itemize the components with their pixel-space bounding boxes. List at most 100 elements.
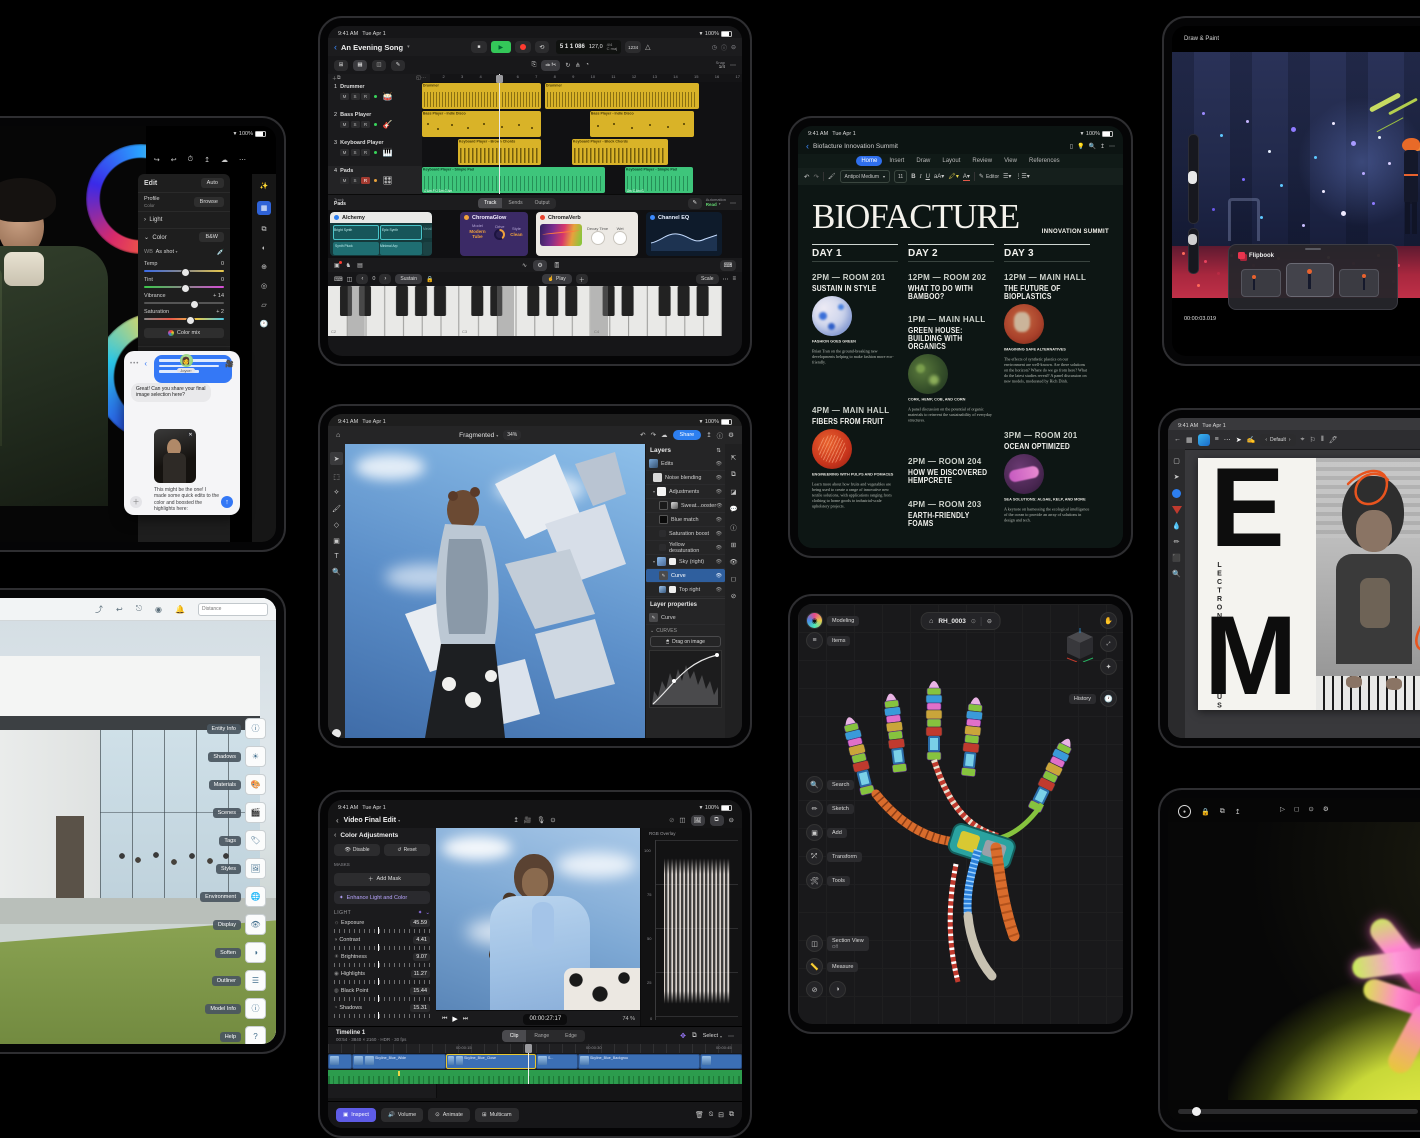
- light-collapse-icon[interactable]: ⌄: [425, 910, 430, 916]
- track-header-bass[interactable]: 2 Bass Player MSR🎸: [328, 110, 422, 139]
- playhead-handle[interactable]: [496, 75, 503, 83]
- redo-icon[interactable]: ↷: [813, 173, 818, 181]
- disable-button[interactable]: 👁 Disable: [334, 844, 380, 856]
- duplicate-icon[interactable]: ⧉: [731, 471, 736, 479]
- healing-icon[interactable]: ⊕: [261, 263, 267, 271]
- attached-image[interactable]: ✕: [154, 429, 196, 483]
- items-label[interactable]: Items: [827, 636, 850, 646]
- add-mask-button[interactable]: ＋ Add Mask: [334, 873, 430, 886]
- align-button[interactable]: ☰▾: [1003, 173, 1011, 180]
- alchemy-pad[interactable]: Dark Arp: [423, 242, 432, 255]
- octave-up-button[interactable]: ›: [379, 274, 391, 284]
- keyboard-view-icon[interactable]: ⌨: [720, 260, 736, 271]
- orbit-icon[interactable]: ✋: [1100, 612, 1117, 629]
- help-icon[interactable]: ⓘ: [717, 430, 724, 440]
- clip-skyline-background[interactable]: Skyline_Blue_Backgrou: [578, 1054, 700, 1069]
- color-mix-button[interactable]: Color mix: [144, 328, 224, 338]
- pads-lane[interactable]: Keyboard Player - Simple PadC Am F G Dm …: [422, 166, 742, 195]
- styles-button[interactable]: 🖼: [245, 858, 266, 879]
- eraser-tool-icon[interactable]: ◇: [334, 521, 339, 529]
- brush-opacity-slider[interactable]: [1188, 228, 1199, 274]
- environment-button[interactable]: 🌐: [245, 886, 266, 907]
- share-button[interactable]: Share: [673, 430, 702, 440]
- copy-tool-icon[interactable]: ⎘: [532, 62, 537, 69]
- modeling-label[interactable]: Modeling: [827, 616, 859, 626]
- sync-icon[interactable]: ⊙: [971, 618, 976, 625]
- list-button[interactable]: ⋮☰▾: [1015, 173, 1029, 180]
- solo-button[interactable]: S: [351, 93, 360, 100]
- alchemy-pad[interactable]: Metallic Swell: [423, 225, 432, 238]
- tab-home[interactable]: Home: [856, 156, 882, 166]
- share-icon[interactable]: ↥: [1100, 143, 1105, 150]
- auto-button[interactable]: Auto: [201, 178, 224, 188]
- materials-button[interactable]: 🎨: [245, 774, 266, 795]
- zoom-level[interactable]: 74 %: [622, 1016, 635, 1022]
- document-title[interactable]: Biofacture Innovation Summit: [813, 143, 898, 150]
- next-frame-icon[interactable]: ⏭: [463, 1016, 468, 1023]
- back-chevron-icon[interactable]: ‹: [144, 359, 147, 368]
- fade-tool-icon[interactable]: ◔: [585, 62, 589, 68]
- view-grid-icon[interactable]: ⊞: [334, 60, 348, 71]
- export-icon[interactable]: ⎋: [136, 604, 142, 614]
- keys-settings-selected[interactable]: ⚙: [533, 260, 547, 271]
- visibility-icon[interactable]: 👁: [716, 461, 722, 467]
- trim-tool-selected[interactable]: ⟚ ✂: [541, 60, 560, 71]
- text-style-button[interactable]: aA▾: [934, 173, 944, 180]
- curve-properties-row[interactable]: ✎Curve: [646, 611, 725, 625]
- exposure-slider[interactable]: ☼Exposure45.59: [334, 919, 430, 933]
- shadows-button[interactable]: ☀: [245, 746, 266, 767]
- track-more-icon[interactable]: ⋯: [421, 75, 426, 81]
- flipbook-panel[interactable]: Flipbook: [1228, 244, 1398, 310]
- media-icon-selected[interactable]: 🖼: [691, 815, 705, 826]
- scrubber-knob[interactable]: [1192, 1107, 1201, 1116]
- clipboard-icon[interactable]: ▤: [357, 262, 363, 269]
- share-icon[interactable]: ↥: [513, 816, 518, 824]
- layer-row[interactable]: Yellow desaturation👁: [646, 541, 725, 555]
- scenes-button[interactable]: 🎬: [245, 802, 266, 823]
- messages-window[interactable]: ••• ‹ 👩 Joyce› 🎥 Delivered Great! Can yo…: [124, 351, 240, 515]
- flipbook-frame-active[interactable]: [1286, 263, 1334, 297]
- tab-references[interactable]: References: [1024, 156, 1065, 166]
- clip-skyline-wide[interactable]: Skyline_Blue_Wide: [352, 1054, 446, 1069]
- render-artwork[interactable]: [1168, 822, 1420, 1100]
- bw-button[interactable]: B&W: [199, 232, 224, 242]
- layer-row[interactable]: Top right👁: [646, 583, 725, 597]
- model-artwork[interactable]: [828, 664, 1088, 994]
- clip-skyline-close-selected[interactable]: Skyline_Blue_Close: [446, 1054, 536, 1069]
- import-media-icon[interactable]: 🎥: [524, 816, 532, 824]
- redo-icon[interactable]: ↪: [154, 156, 160, 164]
- bass-lane[interactable]: Bass Player - Indie Disco Bass Player - …: [422, 110, 742, 139]
- color-chip-icon[interactable]: [332, 729, 341, 738]
- versions-icon[interactable]: 🕐: [260, 320, 269, 328]
- footer-more-icon[interactable]: ⋯: [730, 200, 736, 207]
- drag-handle-icon[interactable]: ≡: [733, 276, 737, 282]
- select-tool-icon[interactable]: ➤: [1236, 436, 1242, 444]
- tags-button[interactable]: 🏷: [245, 830, 266, 851]
- section-view-button[interactable]: ◫: [806, 935, 823, 952]
- share-icon[interactable]: ↥: [204, 156, 210, 164]
- move-tool-selected[interactable]: ➤: [330, 452, 343, 465]
- distance-input[interactable]: [198, 603, 268, 616]
- alchemy-pad[interactable]: Bright Synth: [333, 225, 379, 240]
- align-icon[interactable]: ⫴: [1321, 436, 1324, 444]
- stamp-tool-icon[interactable]: ▣: [333, 537, 340, 545]
- remove-attachment-icon[interactable]: ✕: [187, 431, 194, 438]
- pencil-tool-icon[interactable]: ✏: [1174, 538, 1180, 546]
- select-menu[interactable]: Select▾: [703, 1033, 722, 1039]
- home-icon[interactable]: ⌂: [929, 618, 933, 625]
- redo-icon[interactable]: ↷: [651, 431, 656, 439]
- settings-icon[interactable]: ⚙: [728, 431, 734, 439]
- view-mixer-icon[interactable]: ▦: [353, 60, 367, 71]
- mode-clip[interactable]: Clip: [502, 1030, 527, 1042]
- timeline-more-icon[interactable]: ⋯: [728, 1033, 734, 1040]
- zoom-fit-icon[interactable]: ⤢: [1100, 635, 1117, 652]
- automation-pen-icon[interactable]: ✎: [391, 60, 405, 71]
- audio-track[interactable]: [328, 1070, 742, 1084]
- panel-back-icon[interactable]: ‹: [334, 832, 336, 839]
- video-track[interactable]: Skyline_Blue_Wide Skyline_Blue_Close S..…: [328, 1053, 742, 1070]
- tab-view[interactable]: View: [999, 156, 1022, 166]
- frame-icon[interactable]: ◻: [1294, 805, 1299, 813]
- visualization-button[interactable]: ◉: [806, 612, 823, 629]
- font-color-button[interactable]: A▾: [963, 173, 970, 181]
- highlights-slider[interactable]: ◉Highlights11.27: [334, 970, 430, 984]
